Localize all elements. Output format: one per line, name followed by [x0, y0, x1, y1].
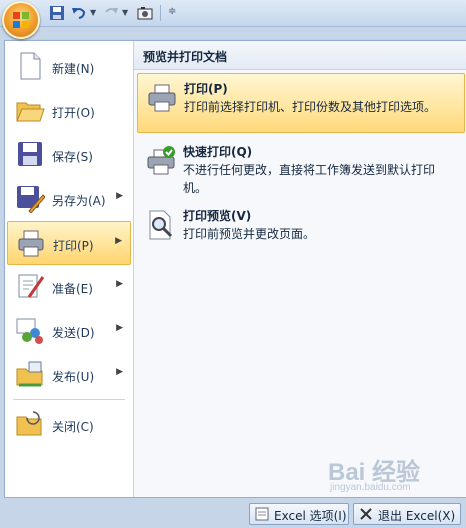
submenu-arrow-icon: ▶ — [115, 236, 122, 246]
submenu-arrow-icon: ▶ — [116, 367, 123, 377]
undo-icon[interactable] — [70, 4, 88, 22]
office-button[interactable] — [2, 1, 40, 39]
menu-item-prepare[interactable]: 准备(E) ▶ — [7, 265, 131, 307]
camera-icon[interactable] — [136, 4, 154, 22]
submenu-arrow-icon: ▶ — [116, 279, 123, 289]
print-submenu: 预览并打印文档 打印(P) 打印前选择打印机、打印份数及其他打印选项。 快速打印… — [133, 41, 466, 497]
menu-item-send[interactable]: 发送(D) ▶ — [7, 309, 131, 351]
menu-item-open[interactable]: 打开(O) — [7, 89, 131, 131]
menu-item-label: 打开(O) — [52, 106, 95, 120]
submenu-arrow-icon: ▶ — [116, 191, 123, 201]
redo-icon[interactable] — [102, 4, 120, 22]
undo-dropdown-icon[interactable]: ▼ — [90, 8, 96, 17]
print-preview-icon — [149, 210, 173, 240]
quick-access-toolbar: ▼ ▼ ≑ — [0, 0, 466, 39]
save-as-icon — [17, 186, 45, 213]
menu-item-save-as[interactable]: 另存为(A) ▶ — [7, 177, 131, 219]
customize-icon[interactable]: ≑ — [168, 6, 176, 17]
options-icon — [255, 507, 269, 521]
menu-item-label: 打印(P) — [53, 239, 94, 253]
menu-item-label: 另存为(A) — [52, 194, 106, 208]
exit-label: 退出 Excel(X) — [378, 509, 456, 523]
submenu-arrow-icon: ▶ — [116, 323, 123, 333]
redo-dropdown-icon[interactable]: ▼ — [122, 8, 128, 17]
prepare-icon — [18, 274, 45, 298]
office-logo-icon — [13, 12, 29, 28]
option-quick-print[interactable]: 快速打印(Q) 不进行任何更改，直接将工作簿发送到默认打印机。 — [137, 137, 463, 195]
publish-icon — [16, 361, 43, 387]
exit-excel-button[interactable]: 退出 Excel(X) — [353, 503, 461, 525]
menu-item-close[interactable]: 关闭(C) — [7, 403, 131, 445]
menu-item-label: 准备(E) — [52, 282, 93, 296]
excel-options-button[interactable]: Excel 选项(I) — [249, 503, 349, 525]
save-icon[interactable] — [48, 4, 66, 22]
menu-item-label: 发布(U) — [52, 370, 95, 384]
menu-item-label: 关闭(C) — [52, 420, 94, 434]
menu-commands: 新建(N) 打开(O) 保存(S) 另存为(A) ▶ 打印(P) ▶ 准备(E)… — [5, 41, 133, 497]
option-description: 打印前选择打印机、打印份数及其他打印选项。 — [184, 100, 437, 114]
option-print-preview[interactable]: 打印预览(V) 打印前预览并更改页面。 — [137, 201, 463, 247]
menu-item-publish[interactable]: 发布(U) ▶ — [7, 353, 131, 395]
submenu-title: 预览并打印文档 — [143, 50, 228, 64]
save-disk-icon — [18, 142, 42, 166]
options-label: Excel 选项(I) — [274, 509, 347, 523]
close-icon — [360, 508, 372, 520]
option-title: 快速打印(Q) — [183, 145, 253, 159]
option-title: 打印预览(V) — [183, 209, 252, 223]
submenu-header: 预览并打印文档 — [134, 41, 466, 70]
quick-print-icon — [147, 146, 175, 175]
menu-item-print[interactable]: 打印(P) ▶ — [7, 221, 131, 265]
menu-item-save[interactable]: 保存(S) — [7, 133, 131, 175]
toolbar-separator — [160, 5, 161, 21]
option-description: 不进行任何更改，直接将工作簿发送到默认打印机。 — [183, 163, 436, 195]
menu-separator — [13, 399, 125, 400]
printer-icon — [148, 84, 176, 112]
watermark: Bai 经验 jingyan.baidu.com — [300, 446, 460, 506]
menu-item-label: 新建(N) — [52, 62, 95, 76]
new-document-icon — [20, 52, 41, 80]
option-title: 打印(P) — [184, 82, 228, 96]
menu-item-label: 发送(D) — [52, 326, 95, 340]
watermark-url: jingyan.baidu.com — [330, 482, 411, 493]
close-folder-icon — [16, 411, 42, 436]
menu-item-new[interactable]: 新建(N) — [7, 45, 131, 87]
open-folder-icon — [16, 102, 45, 122]
option-print[interactable]: 打印(P) 打印前选择打印机、打印份数及其他打印选项。 — [137, 73, 465, 133]
option-description: 打印前预览并更改页面。 — [183, 227, 316, 241]
menu-item-label: 保存(S) — [52, 150, 93, 164]
printer-icon — [18, 230, 44, 257]
send-icon — [16, 318, 43, 344]
office-menu: 新建(N) 打开(O) 保存(S) 另存为(A) ▶ 打印(P) ▶ 准备(E)… — [4, 40, 466, 498]
